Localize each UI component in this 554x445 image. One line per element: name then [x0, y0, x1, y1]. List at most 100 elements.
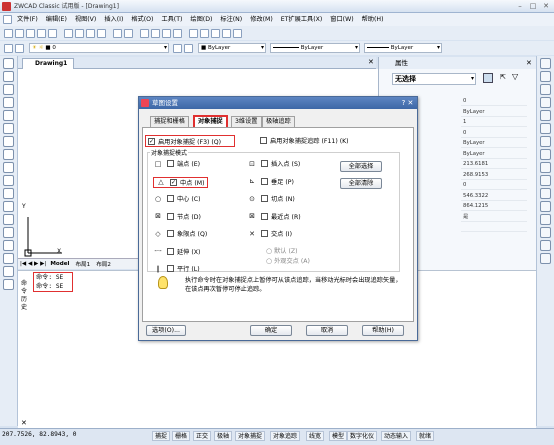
osnap-mode-row[interactable]: □ 端点 (E)	[153, 159, 200, 169]
tab-layout1[interactable]: 布局1	[75, 260, 90, 268]
osnap-mode-checkbox[interactable]	[167, 230, 174, 237]
lineweight-combo[interactable]: ByLayer	[364, 43, 442, 53]
redo-icon[interactable]	[124, 28, 133, 38]
tab-snap-grid[interactable]: 捕捉和栅格	[150, 116, 189, 127]
ellipse-arc-tool-icon[interactable]	[3, 188, 14, 199]
close-icon[interactable]: ✕	[541, 1, 551, 11]
menu-modify[interactable]: 修改(M)	[246, 13, 277, 26]
osnap-mode-checkbox[interactable]: ✓	[170, 178, 177, 186]
print-icon[interactable]	[37, 28, 46, 38]
ellipse-tool-icon[interactable]	[3, 175, 14, 186]
clear-all-button[interactable]: 全部清除	[340, 178, 382, 189]
menu-edit[interactable]: 编辑(E)	[42, 13, 71, 26]
enable-osnap-row[interactable]: ✓ 启用对象捕捉 (F3) (Q)	[145, 135, 235, 147]
color-combo[interactable]: ■ ByLayer	[198, 43, 266, 53]
ok-button[interactable]: 确定	[250, 325, 292, 336]
status-toggle-button[interactable]: 栅格	[172, 431, 191, 441]
property-value[interactable]: 213.6181	[461, 159, 527, 169]
property-value[interactable]: 0	[461, 128, 527, 138]
osnap-mode-checkbox[interactable]	[261, 195, 268, 202]
osnap-mode-checkbox[interactable]	[167, 212, 174, 220]
osnap-mode-row[interactable]: ⊾ 垂足 (P)	[247, 177, 294, 186]
table-tool-icon[interactable]	[3, 266, 14, 277]
preview-icon[interactable]	[48, 28, 57, 38]
layer-previous-icon[interactable]	[184, 43, 193, 53]
property-value[interactable]: 是	[461, 212, 527, 222]
osnap-mode-row[interactable]: △ ✓ 中点 (M)	[153, 176, 208, 188]
minimize-icon[interactable]: –	[515, 1, 525, 11]
match-icon[interactable]	[97, 28, 106, 38]
cut-icon[interactable]	[64, 28, 73, 38]
osnap-mode-row[interactable]: ⊠ 节点 (D)	[153, 212, 201, 221]
property-value[interactable]: ByLayer	[461, 138, 527, 148]
save-icon[interactable]	[26, 28, 35, 38]
radio-apparent-icon[interactable]: ○	[266, 257, 272, 265]
rectangle-tool-icon[interactable]	[3, 110, 14, 121]
enable-osnap-checkbox[interactable]: ✓	[148, 137, 155, 145]
zoom-window-icon[interactable]	[162, 28, 171, 38]
layer-manager-icon[interactable]	[4, 43, 13, 53]
property-value[interactable]	[461, 222, 527, 232]
tab-nav-icon[interactable]: |◀ ◀ ▶ ▶|	[20, 261, 46, 267]
menu-insert[interactable]: 插入(I)	[100, 13, 127, 26]
hatch-tool-icon[interactable]	[3, 240, 14, 251]
tab-3d-settings[interactable]: 3维设置	[231, 116, 262, 127]
rotate-tool-icon[interactable]	[540, 136, 551, 147]
make-current-icon[interactable]	[173, 43, 182, 53]
options-button[interactable]: 选项(O)...	[146, 325, 186, 336]
tab-object-snap[interactable]: 对象捕捉	[193, 115, 228, 127]
osnap-mode-row[interactable]: ∥ 平行 (L)	[153, 264, 199, 274]
scale-tool-icon[interactable]	[540, 149, 551, 160]
selection-combo[interactable]: 无选择	[392, 73, 476, 85]
cancel-button[interactable]: 取消	[306, 325, 348, 336]
linetype-combo[interactable]: ByLayer	[270, 43, 360, 53]
offset-tool-icon[interactable]	[540, 97, 551, 108]
property-value[interactable]: 268.9153	[461, 170, 527, 180]
osnap-mode-checkbox[interactable]	[167, 265, 174, 272]
undo-icon[interactable]	[113, 28, 122, 38]
status-toggle-button[interactable]: 就绪	[416, 431, 435, 441]
osnap-mode-checkbox[interactable]	[167, 195, 174, 202]
status-toggle-button[interactable]: 数字化仪	[347, 431, 378, 441]
osnap-mode-checkbox[interactable]	[261, 160, 268, 167]
new-icon[interactable]	[4, 28, 13, 38]
xline-tool-icon[interactable]	[3, 71, 14, 82]
help-button[interactable]: 帮助(H)	[362, 325, 404, 336]
zoom-icon[interactable]	[151, 28, 160, 38]
property-value[interactable]: ByLayer	[461, 107, 527, 117]
zoom-previous-icon[interactable]	[173, 28, 182, 38]
menu-format[interactable]: 格式(O)	[127, 13, 157, 26]
select-all-button[interactable]: 全部选择	[340, 161, 382, 172]
property-value[interactable]: 1	[461, 117, 527, 127]
status-toggle-button[interactable]: 动态输入	[381, 431, 412, 441]
enable-tracking-row[interactable]: 启用对象捕捉追踪 (F11) (K)	[260, 136, 349, 145]
line-tool-icon[interactable]	[3, 58, 14, 69]
erase-tool-icon[interactable]	[540, 58, 551, 69]
drawing-close-icon[interactable]: ✕	[368, 58, 374, 66]
break-tool-icon[interactable]	[540, 201, 551, 212]
status-toggle-button[interactable]: 对象捕捉	[235, 431, 266, 441]
stretch-tool-icon[interactable]	[540, 162, 551, 173]
osnap-mode-row[interactable]: ◇ 象限点 (Q)	[153, 229, 207, 239]
calculator-icon[interactable]	[222, 28, 231, 38]
fillet-tool-icon[interactable]	[540, 240, 551, 251]
osnap-mode-checkbox[interactable]	[167, 247, 174, 255]
osnap-mode-row[interactable]: ⊙ 切点 (N)	[247, 194, 295, 204]
osnap-mode-checkbox[interactable]	[261, 230, 268, 237]
circle-tool-icon[interactable]	[3, 136, 14, 147]
property-value[interactable]: 0	[461, 180, 527, 190]
array-tool-icon[interactable]	[540, 110, 551, 121]
insert-block-icon[interactable]	[3, 201, 14, 212]
tab-drawing1[interactable]: Drawing1	[22, 58, 74, 69]
menu-file[interactable]: 文件(F)	[13, 13, 42, 26]
tab-layout2[interactable]: 布局2	[96, 260, 111, 268]
property-value[interactable]: 546.3322	[461, 191, 527, 201]
region-tool-icon[interactable]	[3, 253, 14, 264]
pan-icon[interactable]	[140, 28, 149, 38]
copy-icon[interactable]	[75, 28, 84, 38]
extend-tool-icon[interactable]	[540, 188, 551, 199]
property-value[interactable]: ByLayer	[461, 149, 527, 159]
status-toggle-button[interactable]: 极轴	[214, 431, 233, 441]
join-tool-icon[interactable]	[540, 214, 551, 225]
pick-icon[interactable]: ⇱	[500, 73, 506, 81]
